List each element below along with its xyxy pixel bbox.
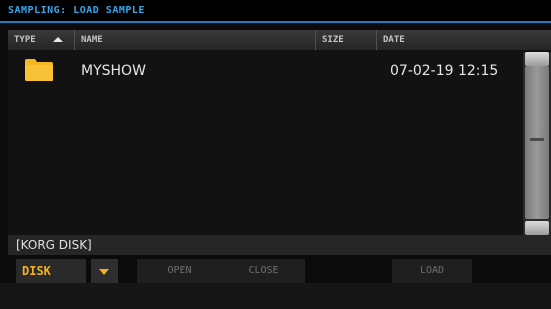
open-button[interactable]: OPEN xyxy=(137,259,222,283)
scroll-track[interactable] xyxy=(525,66,549,221)
file-browser: TYPE NAME SIZE DATE MYSHOW 07-02-19 12:1… xyxy=(8,30,551,235)
chevron-down-icon xyxy=(99,269,109,275)
scroll-thumb[interactable] xyxy=(525,66,549,219)
action-button-row: DISK OPEN CLOSE LOAD xyxy=(8,259,551,283)
file-row[interactable]: MYSHOW 07-02-19 12:15 xyxy=(8,54,523,88)
column-header-date[interactable]: DATE xyxy=(377,30,551,50)
path-bar: [KORG DISK] xyxy=(8,235,551,255)
column-header-name-label: NAME xyxy=(81,35,103,45)
vertical-scrollbar[interactable] xyxy=(523,52,551,235)
scroll-down-button[interactable] xyxy=(525,221,549,235)
scroll-up-button[interactable] xyxy=(525,52,549,66)
close-button[interactable]: CLOSE xyxy=(222,259,305,283)
window-title: SAMPLING: LOAD SAMPLE xyxy=(8,5,145,16)
disk-dropdown-button[interactable] xyxy=(91,259,118,283)
grip-icon xyxy=(530,138,544,141)
column-header-type-label: TYPE xyxy=(14,35,36,45)
footer-bar xyxy=(0,283,551,309)
column-header-name[interactable]: NAME xyxy=(75,30,316,50)
column-header-date-label: DATE xyxy=(383,35,405,45)
file-date: 07-02-19 12:15 xyxy=(390,63,499,79)
current-path: [KORG DISK] xyxy=(16,238,92,252)
column-header-row: TYPE NAME SIZE DATE xyxy=(8,30,551,50)
disk-button[interactable]: DISK xyxy=(16,259,86,283)
disk-button-label: DISK xyxy=(22,264,51,278)
sort-ascending-icon xyxy=(53,37,63,42)
folder-icon xyxy=(24,58,54,82)
file-name: MYSHOW xyxy=(81,63,146,79)
load-button[interactable]: LOAD xyxy=(392,259,472,283)
column-header-size[interactable]: SIZE xyxy=(316,30,377,50)
column-header-size-label: SIZE xyxy=(322,35,344,45)
title-bar: SAMPLING: LOAD SAMPLE xyxy=(0,0,551,23)
column-header-type[interactable]: TYPE xyxy=(8,30,75,50)
